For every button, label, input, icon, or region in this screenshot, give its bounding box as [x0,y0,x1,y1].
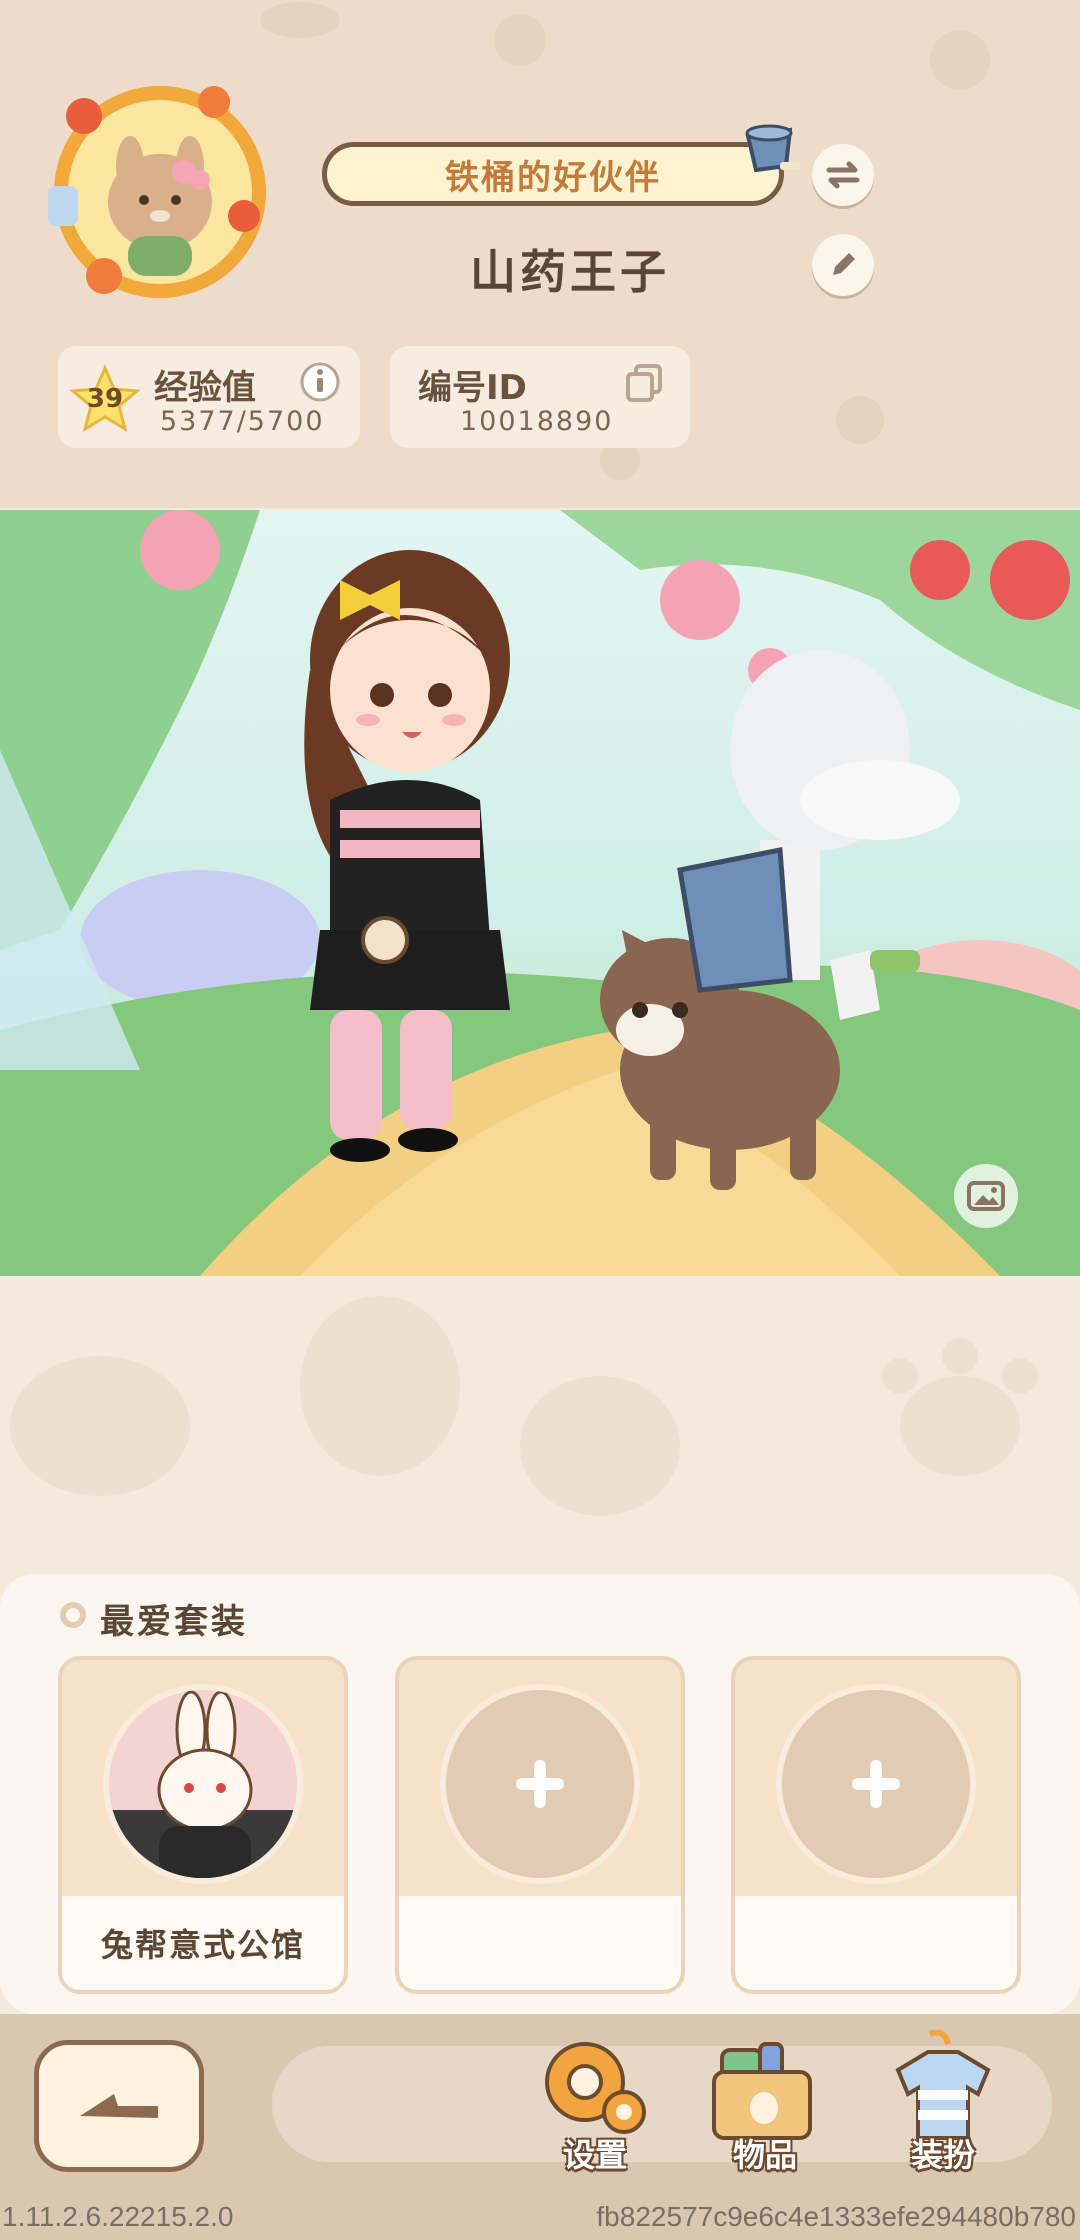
nav-dressup[interactable]: 装扮 [878,2030,1008,2180]
back-arrow-icon [80,2094,158,2118]
plus-icon [516,1760,564,1808]
outfit-slot-3[interactable] [731,1656,1021,1994]
version-text: 1.11.2.6.22215.2.0 [2,2201,234,2232]
outfit-slot-1[interactable]: 兔帮意式公馆 [58,1656,348,1994]
title-badge-text: 铁桶的好伙伴 [445,157,661,198]
nav-items-label: 物品 [732,2136,797,2174]
favorites-title: 最爱套装 [100,1602,248,1642]
garden-illustration [0,510,1080,1276]
exp-card: 39 经验值 5377/5700 [58,346,360,448]
player-nickname: 山药王子 [470,245,670,299]
character-scene [0,510,1080,1276]
swap-title-button[interactable] [812,144,874,206]
copy-icon[interactable] [622,360,666,404]
version-footer: 1.11.2.6.22215.2.0 fb822577c9e6c4e1333ef… [0,2200,1080,2240]
exp-value: 5377/5700 [160,406,325,437]
nav-settings-label: 设置 [562,2136,627,2174]
id-value: 10018890 [460,406,614,437]
section-bullet-icon [60,1602,86,1628]
id-label: 编号ID [418,368,527,408]
outfit-slot-2[interactable] [395,1656,685,1994]
empty-outfit-circle [776,1684,976,1884]
info-icon[interactable] [298,360,342,404]
outfit-name [735,1896,1017,1990]
edit-name-button[interactable] [812,234,874,296]
nav-settings[interactable]: 设置 [530,2030,660,2180]
photo-button[interactable] [954,1164,1018,1228]
paw-pattern [10,1296,1038,1516]
empty-outfit-circle [440,1684,640,1884]
outfit-name: 兔帮意式公馆 [62,1896,344,1990]
outfit-name [399,1896,681,1990]
bunny-outfit-image [109,1690,297,1878]
plus-icon [852,1760,900,1808]
level-number: 39 [86,384,124,414]
pencil-icon [833,253,855,275]
bucket-icon [745,124,800,173]
image-icon [967,1181,1005,1211]
title-badge[interactable]: 铁桶的好伙伴 [322,142,784,206]
build-hash-text: fb822577c9e6c4e1333efe294480b780 [596,2201,1076,2232]
nav-dressup-label: 装扮 [910,2136,975,2174]
id-card: 编号ID 10018890 [390,346,690,448]
player-avatar[interactable] [44,76,276,308]
outfit-thumbnail [103,1684,303,1884]
back-button[interactable] [34,2040,204,2172]
swap-icon [826,161,860,189]
exp-label: 经验值 [154,368,256,408]
nav-items[interactable]: 物品 [700,2030,830,2180]
